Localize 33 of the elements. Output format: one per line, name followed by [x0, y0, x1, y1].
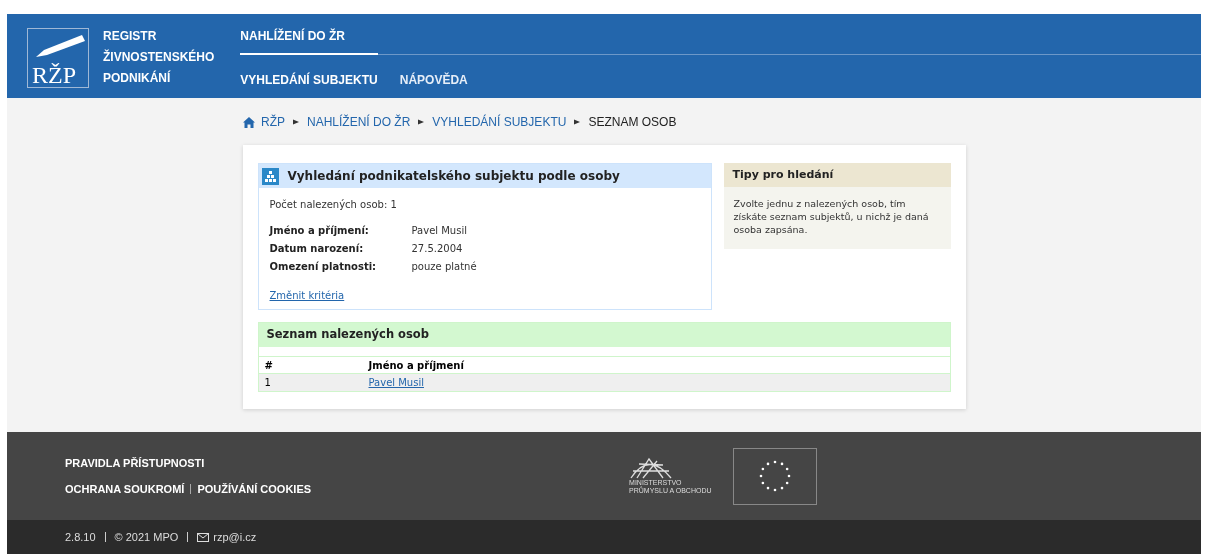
field-value: 27.5.2004 — [411, 242, 463, 256]
site-name-line: REGISTR — [103, 28, 158, 45]
current-page-text: SEZNAM OSOB — [588, 114, 677, 131]
tips-text: Zvolte jednu z nalezených osob, tím získáte seznam subjektů, u nichž je daná osoba zapsána. — [732, 197, 930, 236]
field-value: pouze platné — [411, 260, 477, 274]
field-label: Omezení platnosti: — [269, 260, 378, 274]
column-header: # — [258, 356, 363, 374]
copyright-text: © 2021 MPO — [114, 529, 179, 545]
field-label: Datum narození: — [269, 242, 365, 256]
field-value: Pavel Musil — [411, 224, 467, 238]
breadcrumb-link[interactable]: RŽP — [261, 113, 285, 131]
breadcrumb-link[interactable]: NAHLÍŽENÍ DO ŽR — [307, 113, 411, 131]
logo-text: RŽP — [32, 62, 76, 87]
footer-link[interactable]: OCHRANA SOUKROMÍ — [65, 480, 185, 497]
person-link[interactable]: Pavel Musil — [368, 376, 424, 388]
breadcrumb-link[interactable]: VYHLEDÁNÍ SUBJEKTU — [432, 113, 567, 131]
change-criteria-link[interactable]: Změnit kritéria — [269, 288, 345, 303]
tips-title: Tipy pro hledání — [732, 166, 834, 183]
footer-link[interactable]: PRAVIDLA PŘÍSTUPNOSTI — [65, 455, 312, 472]
section-title: NAHLÍŽENÍ DO ŽR — [240, 27, 347, 45]
panel-title: Vyhledání podnikatelského subjektu podle osoby — [287, 168, 620, 185]
site-name-line: ŽIVNOSTENSKÉHO — [103, 48, 215, 66]
nav-link[interactable]: NÁPOVĚDA — [399, 71, 468, 89]
column-header: Jméno a příjmení — [362, 356, 950, 374]
field-label: Jméno a příjmení: — [269, 224, 370, 238]
results-title: Seznam nalezených osob — [266, 326, 429, 344]
version-text: 2.8.10 — [65, 529, 96, 545]
site-name-line: PODNIKÁNÍ — [103, 69, 172, 87]
footer-link[interactable]: POUŽÍVÁNÍ COOKIES — [197, 480, 312, 497]
logo[interactable]: RŽP — [27, 27, 89, 88]
nav-link[interactable]: VYHLEDÁNÍ SUBJEKTU — [240, 71, 378, 89]
result-count: Počet nalezených osob: 1 — [269, 198, 398, 212]
email-link[interactable]: rzp@i.cz — [213, 528, 257, 546]
